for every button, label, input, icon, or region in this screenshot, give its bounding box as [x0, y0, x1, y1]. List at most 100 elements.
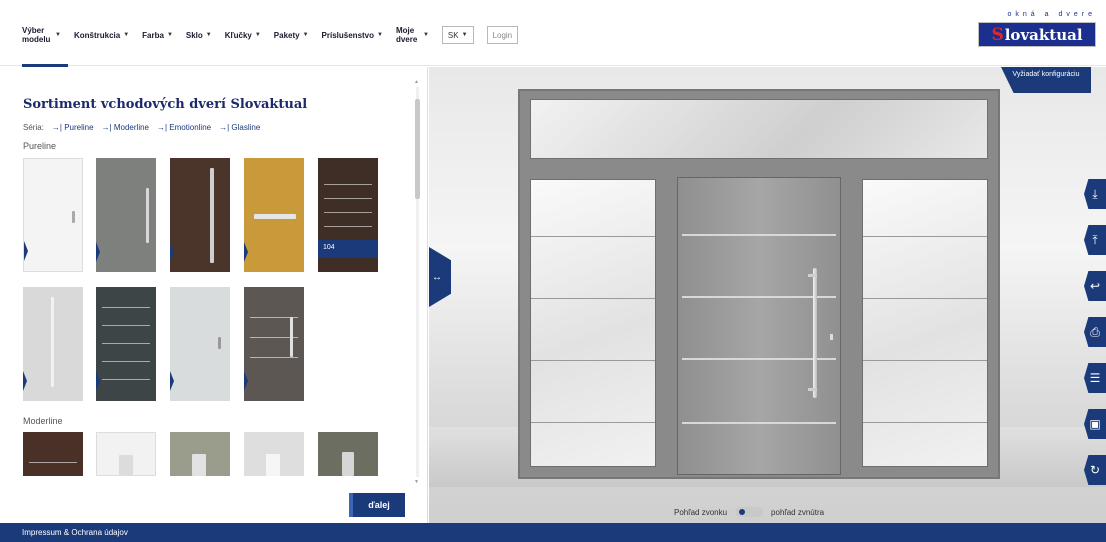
- door-handle: [290, 317, 293, 357]
- door-handle: [51, 297, 54, 387]
- door-pull-handle: [813, 268, 817, 398]
- door-preview: Vyžiadať konfiguráciu ↔ ⤓ ⤒ ↩ ⎙ ☰ ▣ ↻ Po…: [429, 67, 1106, 523]
- door-glass-panel: [266, 454, 280, 476]
- glass-bar: [863, 236, 987, 237]
- slovaktual-logo[interactable]: okná a dvere Slovaktual: [978, 10, 1096, 47]
- door-thumbnail[interactable]: [170, 158, 230, 272]
- thumbnail-marker: [23, 371, 27, 391]
- undo-button[interactable]: ↩: [1084, 271, 1106, 301]
- view-inside-label[interactable]: pohľad zvnútra: [771, 508, 824, 517]
- catalog-title: Sortiment vchodových dverí Slovaktual: [23, 97, 308, 112]
- door-stripe: [324, 198, 372, 199]
- door-stripe: [324, 212, 372, 213]
- nav-construction[interactable]: Konštrukcia ▼: [74, 31, 129, 40]
- nav-accessories[interactable]: Príslušenstvo ▼: [322, 31, 383, 40]
- door-stripe: [324, 226, 372, 227]
- door-thumbnail[interactable]: [23, 158, 83, 272]
- collapse-panel-toggle[interactable]: ↔: [429, 247, 451, 307]
- glass-bar: [531, 360, 655, 361]
- door-thumbnail-selected[interactable]: 104: [318, 158, 378, 272]
- door-stripe: [682, 234, 836, 236]
- door-thumbnail[interactable]: [96, 287, 156, 401]
- nav-my-doors[interactable]: Moje dvere ▼: [396, 26, 429, 44]
- print-button[interactable]: ⎙: [1084, 317, 1106, 347]
- catalog-scrollbar[interactable]: ▲ ▼: [414, 79, 420, 485]
- toggle-knob: [739, 509, 746, 515]
- door-stripe: [324, 184, 372, 185]
- chevron-down-icon: ▼: [166, 32, 173, 38]
- chevron-down-icon: ▼: [377, 32, 383, 38]
- door-thumbnail[interactable]: [244, 432, 304, 476]
- series-link-pureline[interactable]: →| Pureline: [52, 123, 94, 132]
- door-stripe: [102, 325, 150, 326]
- thumbnail-marker: [170, 242, 174, 262]
- scroll-up-icon[interactable]: ▲: [414, 79, 419, 85]
- door-stripe: [102, 361, 150, 362]
- glass-bar: [531, 298, 655, 299]
- upload-button[interactable]: ⤒: [1084, 225, 1106, 255]
- door-leaf: [677, 177, 841, 475]
- scrollbar-thumb[interactable]: [415, 99, 420, 199]
- door-stripe: [250, 357, 298, 358]
- door-stripe: [682, 422, 836, 424]
- list-icon: ☰: [1089, 371, 1101, 385]
- scroll-down-icon[interactable]: ▼: [414, 479, 419, 485]
- chevron-down-icon: ▼: [302, 32, 309, 38]
- group-label-pureline: Pureline: [23, 141, 57, 151]
- door-thumbnail[interactable]: [23, 287, 83, 401]
- header: Výber modelu ▼ Konštrukcia ▼ Farba ▼ Sklo ▼ …: [0, 0, 1106, 67]
- door-thumbnail[interactable]: [96, 158, 156, 272]
- view-toggle[interactable]: [735, 507, 764, 517]
- chevron-down-icon: ▼: [55, 32, 61, 38]
- nav-handles[interactable]: Kľučky ▼: [225, 31, 261, 40]
- glass-bar: [863, 422, 987, 423]
- thumbnail-marker: [170, 371, 174, 391]
- door-stripe: [102, 307, 150, 308]
- series-link-moderline[interactable]: →| Moderline: [102, 123, 149, 132]
- logo-wordmark: Slovaktual: [978, 22, 1096, 47]
- nav-color[interactable]: Farba ▼: [142, 31, 173, 40]
- nav-packages[interactable]: Pakety ▼: [274, 31, 309, 40]
- image-button[interactable]: ▣: [1084, 409, 1106, 439]
- language-select[interactable]: SK ▼: [441, 26, 474, 44]
- door-thumbnail[interactable]: [96, 432, 156, 476]
- login-button[interactable]: Login: [486, 26, 519, 44]
- door-glass-panel: [342, 452, 354, 476]
- next-button[interactable]: ďalej: [349, 493, 405, 517]
- nav-model-selection[interactable]: Výber modelu ▼: [22, 26, 61, 44]
- nav-glass[interactable]: Sklo ▼: [186, 31, 212, 40]
- door-thumbnail[interactable]: [244, 158, 304, 272]
- request-configuration-button[interactable]: Vyžiadať konfiguráciu: [1001, 67, 1091, 93]
- view-switch: Pohľad zvonku pohľad zvnútra: [674, 507, 824, 517]
- chevron-down-icon: ▼: [254, 32, 261, 38]
- sidelight-left: [530, 179, 656, 467]
- reset-button[interactable]: ↻: [1084, 455, 1106, 485]
- split-view-icon: ↔: [432, 271, 442, 283]
- transom-glass: [530, 99, 988, 159]
- door-handle: [146, 188, 149, 243]
- chevron-down-icon: ▼: [205, 32, 212, 38]
- upload-icon: ⤒: [1092, 232, 1098, 247]
- logo-tagline: okná a dvere: [1007, 11, 1096, 18]
- door-thumbnail[interactable]: [318, 432, 378, 476]
- series-link-glasline[interactable]: →| Glasline: [219, 123, 260, 132]
- impressum-link[interactable]: Impressum & Ochrana údajov: [22, 528, 128, 537]
- handle-mount: [808, 388, 817, 391]
- download-button[interactable]: ⤓: [1084, 179, 1106, 209]
- series-link-emotionline[interactable]: →| Emotionline: [157, 123, 211, 132]
- door-thumbnail[interactable]: [244, 287, 304, 401]
- print-icon: ⎙: [1090, 324, 1100, 339]
- door-thumbnail[interactable]: [23, 432, 83, 476]
- thumbnail-marker: [244, 242, 248, 262]
- view-outside-label[interactable]: Pohľad zvonku: [674, 508, 727, 517]
- door-handle: [72, 211, 75, 223]
- door-thumbnail[interactable]: [170, 287, 230, 401]
- door-handle: [210, 168, 214, 263]
- door-handle: [254, 214, 296, 219]
- list-button[interactable]: ☰: [1084, 363, 1106, 393]
- sidelight-right: [862, 179, 988, 467]
- door-stripe: [102, 343, 150, 344]
- door-thumbnail[interactable]: [170, 432, 230, 476]
- download-icon: ⤓: [1092, 186, 1098, 201]
- glass-bar: [863, 298, 987, 299]
